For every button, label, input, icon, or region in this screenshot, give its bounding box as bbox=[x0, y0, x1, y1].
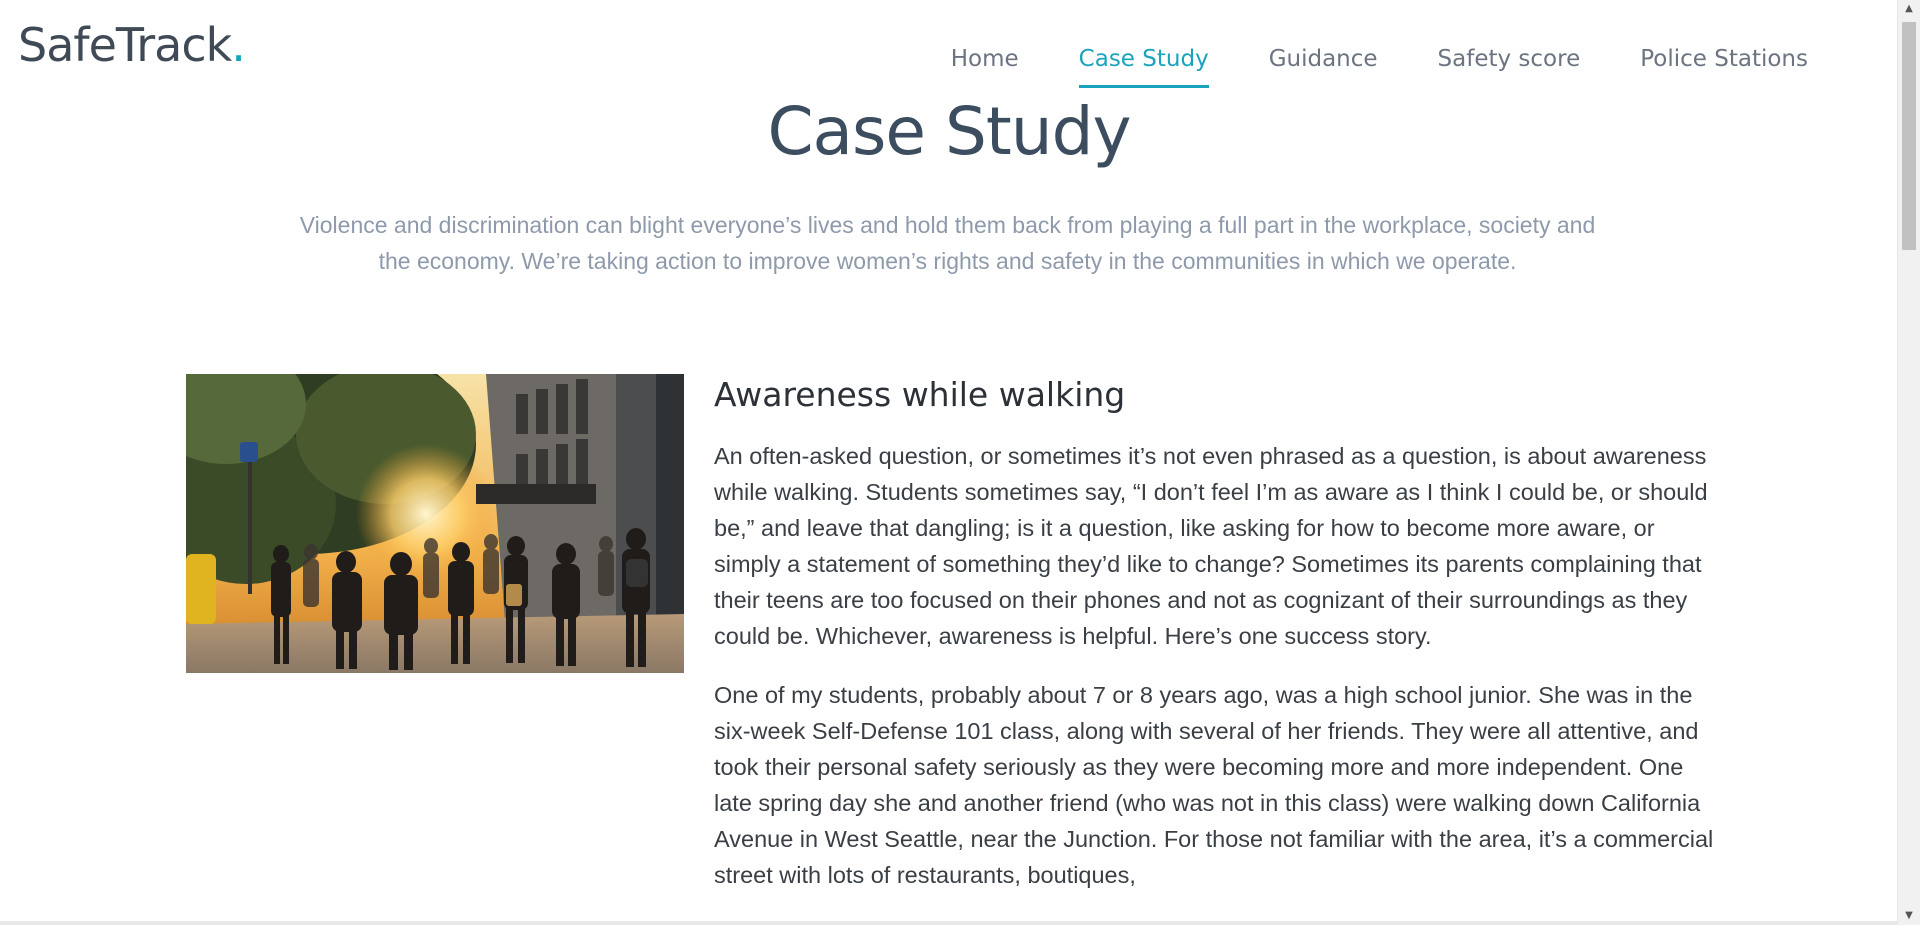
page-title: Case Study bbox=[767, 93, 1131, 170]
nav-safety-score[interactable]: Safety score bbox=[1438, 46, 1581, 74]
site-logo[interactable]: SafeTrack. bbox=[18, 22, 246, 68]
page: SafeTrack. Home Case Study Guidance Safe… bbox=[0, 0, 1898, 925]
brand-name: SafeTrack bbox=[18, 18, 232, 72]
article-heading: Awareness while walking bbox=[714, 375, 1126, 414]
article-paragraph: One of my students, probably about 7 or … bbox=[714, 682, 1714, 888]
main-nav: Home Case Study Guidance Safety score Po… bbox=[891, 46, 1808, 87]
brand-dot: . bbox=[231, 18, 246, 72]
nav-home[interactable]: Home bbox=[951, 46, 1019, 74]
scroll-down-icon[interactable]: ▼ bbox=[1898, 907, 1920, 925]
horizontal-edge bbox=[0, 921, 1898, 925]
article: Awareness while walking An often-asked q… bbox=[714, 374, 1714, 916]
nav-case-study[interactable]: Case Study bbox=[1078, 46, 1209, 87]
article-paragraph: An often-asked question, or sometimes it… bbox=[714, 443, 1708, 649]
nav-guidance[interactable]: Guidance bbox=[1269, 46, 1378, 74]
page-intro: Violence and discrimination can blight e… bbox=[299, 212, 1596, 274]
scroll-thumb[interactable] bbox=[1902, 22, 1916, 250]
scroll-up-icon[interactable]: ▲ bbox=[1898, 0, 1920, 18]
nav-police-stations[interactable]: Police Stations bbox=[1640, 46, 1808, 74]
vertical-scrollbar[interactable]: ▲ ▼ bbox=[1897, 0, 1920, 925]
article-image bbox=[186, 374, 684, 673]
